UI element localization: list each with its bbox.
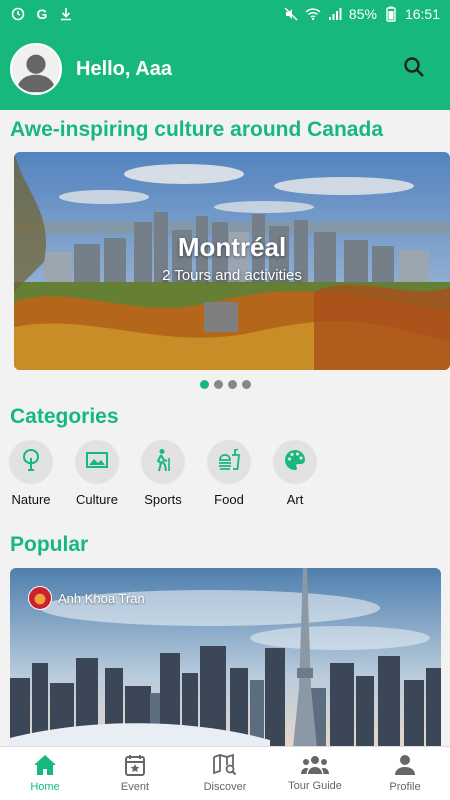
carousel-dot[interactable] xyxy=(241,380,251,389)
hiking-icon xyxy=(152,448,174,477)
nav-label: Discover xyxy=(203,781,247,793)
app-header: Hello, Aaa xyxy=(0,28,450,110)
category-label: Culture xyxy=(76,492,118,507)
wifi-icon xyxy=(305,6,321,22)
signal-icon xyxy=(327,6,343,22)
carousel-dot[interactable] xyxy=(199,380,209,389)
google-icon: G xyxy=(36,6,48,22)
featured-carousel-slide[interactable]: Montréal 2 Tours and activities xyxy=(14,152,450,370)
bottom-navigation: Home Event Discover Tour Guide Profile xyxy=(0,746,450,800)
mute-icon xyxy=(283,6,299,22)
search-icon xyxy=(403,56,425,83)
category-icon-circle xyxy=(75,440,119,484)
category-art[interactable]: Art xyxy=(262,440,328,507)
nav-home[interactable]: Home xyxy=(0,747,90,800)
people-icon xyxy=(301,755,329,778)
category-culture[interactable]: Culture xyxy=(64,440,130,507)
category-sports[interactable]: Sports xyxy=(130,440,196,507)
author-badge[interactable]: Anh Khoa Tran xyxy=(28,586,145,610)
avatar[interactable] xyxy=(10,43,62,95)
nav-label: Tour Guide xyxy=(288,780,342,792)
slide-caption: Montréal 2 Tours and activities xyxy=(14,232,450,284)
nav-label: Event xyxy=(120,781,150,793)
fastfood-icon xyxy=(217,447,241,476)
greeting-text: Hello, Aaa xyxy=(76,57,172,80)
slide-city-name: Montréal xyxy=(177,232,287,262)
battery-percent: 85% xyxy=(348,6,377,22)
map-search-icon xyxy=(213,753,237,779)
category-icon-circle xyxy=(207,440,251,484)
category-label: Nature xyxy=(11,492,51,507)
clock: 16:51 xyxy=(404,6,440,22)
nav-discover[interactable]: Discover xyxy=(180,747,270,800)
landscape-icon xyxy=(85,450,109,475)
nav-label: Home xyxy=(30,781,60,793)
author-name: Anh Khoa Tran xyxy=(58,590,145,606)
person-icon xyxy=(394,754,416,779)
popular-card[interactable]: Anh Khoa Tran xyxy=(10,568,441,748)
sync-icon xyxy=(10,6,26,22)
category-icon-circle xyxy=(141,440,185,484)
nav-event[interactable]: Event xyxy=(90,747,180,800)
palette-icon xyxy=(284,449,306,476)
category-label: Sports xyxy=(144,492,182,507)
carousel-dot[interactable] xyxy=(213,380,223,389)
status-bar: G 85% 16:51 xyxy=(0,0,450,28)
nav-tour-guide[interactable]: Tour Guide xyxy=(270,747,360,800)
battery-icon xyxy=(383,6,399,22)
category-label: Art xyxy=(286,492,304,507)
featured-section-title: Awe-inspiring culture around Canada xyxy=(10,118,383,141)
popular-title: Popular xyxy=(10,533,89,556)
home-icon xyxy=(33,754,57,779)
category-label: Food xyxy=(214,492,244,507)
download-icon xyxy=(58,6,74,22)
carousel-indicator xyxy=(0,380,450,389)
category-nature[interactable]: Nature xyxy=(0,440,64,507)
search-button[interactable] xyxy=(394,49,434,89)
slide-subtitle: 2 Tours and activities xyxy=(162,267,302,284)
nav-label: Profile xyxy=(389,781,421,793)
category-icon-circle xyxy=(9,440,53,484)
categories-list: Nature Culture Sports Food Art xyxy=(0,440,450,507)
nav-profile[interactable]: Profile xyxy=(360,747,450,800)
calendar-star-icon xyxy=(124,754,146,779)
category-food[interactable]: Food xyxy=(196,440,262,507)
category-icon-circle xyxy=(273,440,317,484)
author-avatar xyxy=(28,586,52,610)
tree-icon xyxy=(20,448,42,477)
carousel-dot[interactable] xyxy=(227,380,237,389)
categories-title: Categories xyxy=(10,405,119,428)
